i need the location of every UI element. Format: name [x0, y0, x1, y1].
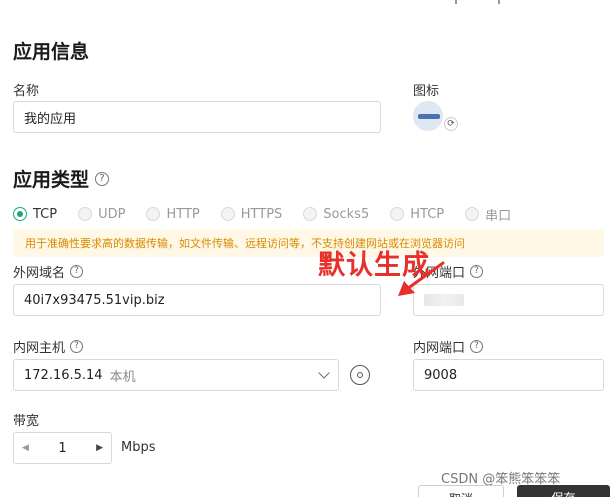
save-button[interactable]: 保存 — [517, 485, 610, 497]
annotation-arrow — [398, 261, 445, 296]
cancel-button[interactable]: 取消 — [418, 485, 504, 497]
